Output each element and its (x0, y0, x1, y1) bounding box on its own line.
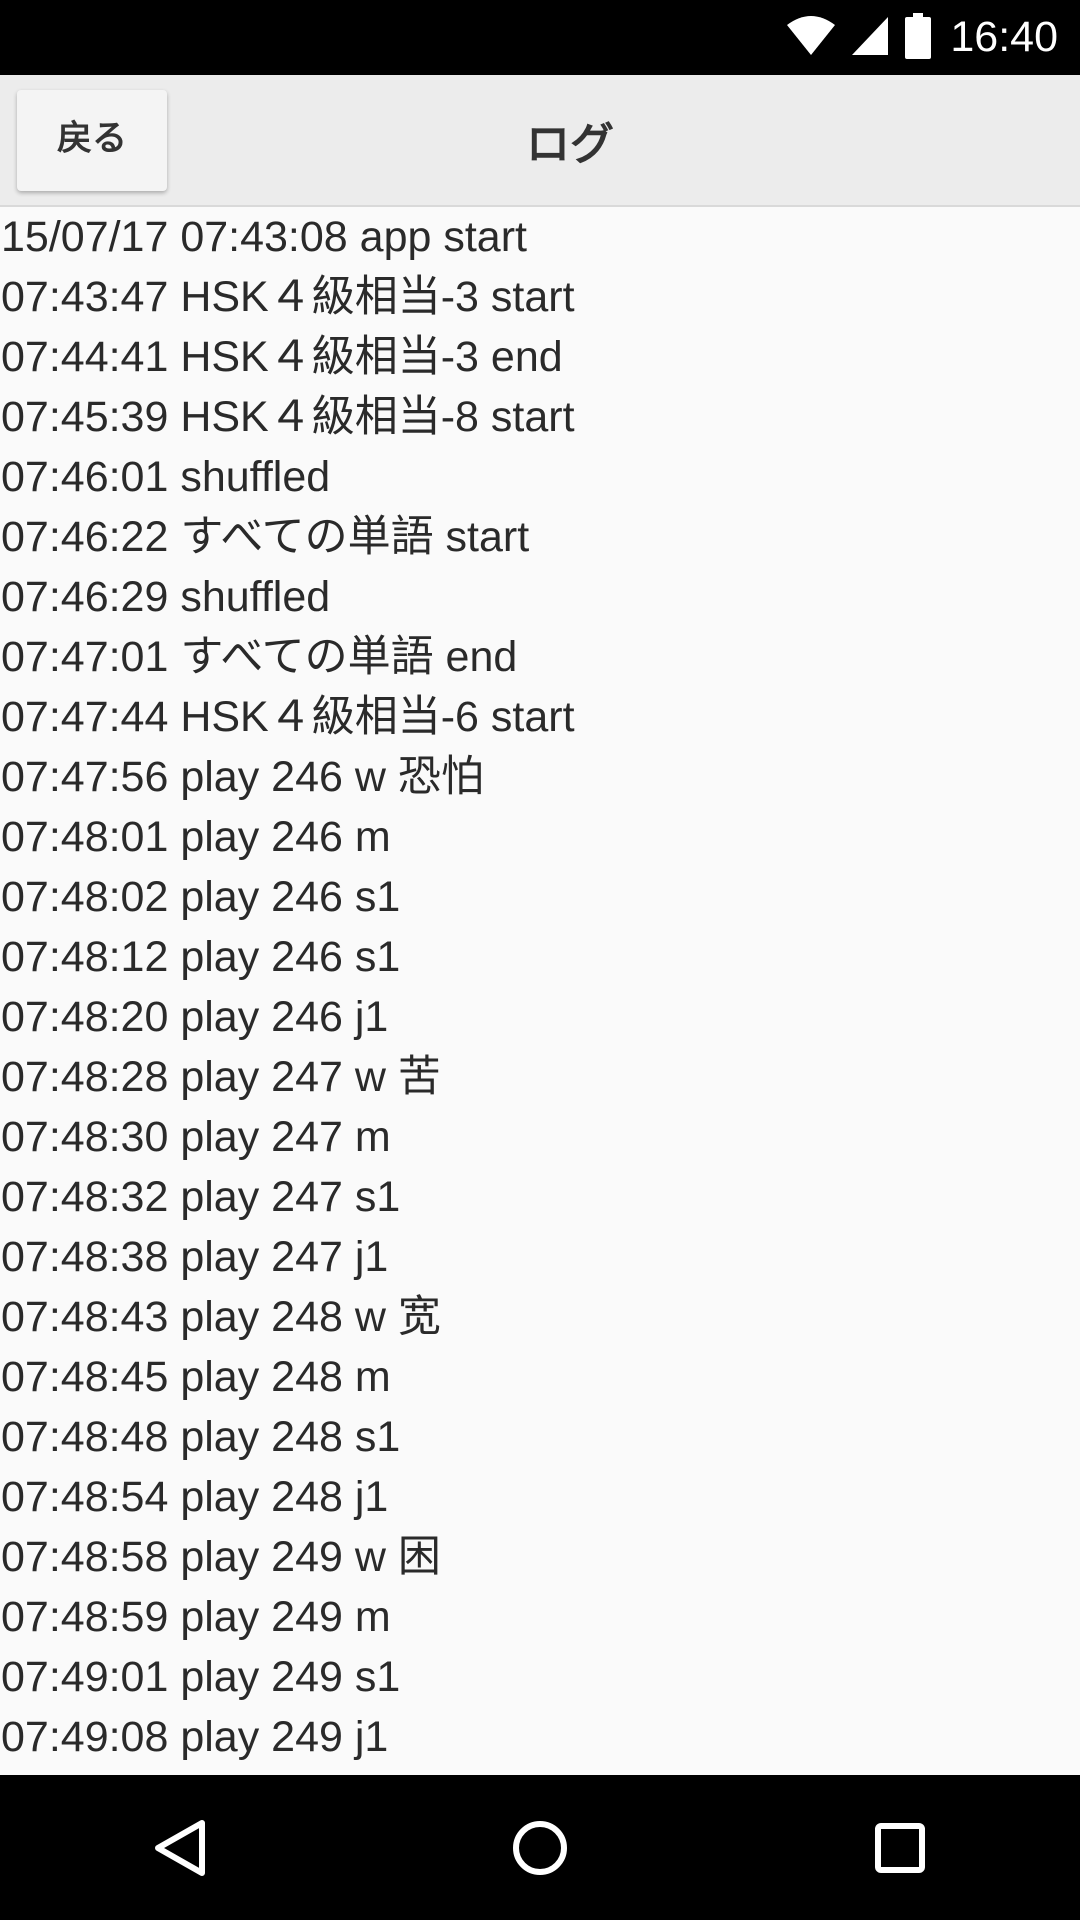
log-line: 07:49:08 play 249 j1 (1, 1713, 389, 1761)
log-line: 07:47:44 HSK４級相当-6 start (1, 693, 575, 741)
navigation-bar (0, 1775, 1080, 1920)
log-line: 07:46:01 shuffled (1, 453, 331, 501)
log-line: 07:48:02 play 246 s1 (1, 873, 401, 921)
log-line: 07:48:28 play 247 w 苦 (1, 1053, 441, 1101)
log-line: 07:48:58 play 249 w 困 (1, 1533, 441, 1581)
app-bar: ログ 戻る (0, 75, 1080, 207)
log-line: 15/07/17 07:43:08 app start (1, 213, 527, 261)
log-line: 07:49:01 play 249 s1 (1, 1653, 401, 1701)
log-line: 07:47:01 すべての単語 end (1, 633, 518, 681)
nav-back-button[interactable] (120, 1788, 240, 1908)
log-line: 07:45:39 HSK４級相当-8 start (1, 393, 575, 441)
log-line: 07:46:29 shuffled (1, 573, 331, 621)
back-button[interactable]: 戻る (17, 90, 167, 191)
log-line: 07:44:41 HSK４級相当-3 end (1, 333, 563, 381)
log-line: 07:48:12 play 246 s1 (1, 933, 401, 981)
status-bar: 16:40 (0, 0, 1080, 75)
log-line: 07:48:45 play 248 m (1, 1353, 391, 1401)
cell-signal-icon (850, 15, 890, 61)
log-line: 07:48:01 play 246 m (1, 813, 391, 861)
log-list[interactable]: 15/07/17 07:43:08 app start 07:43:47 HSK４… (0, 207, 1080, 1775)
log-line: 07:48:43 play 248 w 宽 (1, 1293, 441, 1341)
log-line: 07:47:56 play 246 w 恐怕 (1, 753, 484, 801)
log-line: 07:46:22 すべての単語 start (1, 513, 530, 561)
wifi-icon (786, 15, 836, 61)
log-line: 07:48:48 play 248 s1 (1, 1413, 401, 1461)
battery-icon (904, 12, 932, 63)
log-line: 07:48:32 play 247 s1 (1, 1173, 401, 1221)
status-time: 16:40 (950, 13, 1058, 61)
log-line: 07:48:20 play 246 j1 (1, 993, 389, 1041)
log-line: 07:48:59 play 249 m (1, 1593, 391, 1641)
home-circle-icon (513, 1820, 567, 1875)
nav-home-button[interactable] (480, 1788, 600, 1908)
log-line: 07:48:54 play 248 j1 (1, 1473, 389, 1521)
status-icons: 16:40 (786, 0, 1058, 75)
log-line: 07:48:38 play 247 j1 (1, 1233, 389, 1281)
recents-square-icon (875, 1822, 925, 1873)
log-line: 07:43:47 HSK４級相当-3 start (1, 273, 575, 321)
nav-recents-button[interactable] (840, 1788, 960, 1908)
log-line: 07:48:30 play 247 m (1, 1113, 391, 1161)
back-triangle-icon (155, 1819, 205, 1876)
